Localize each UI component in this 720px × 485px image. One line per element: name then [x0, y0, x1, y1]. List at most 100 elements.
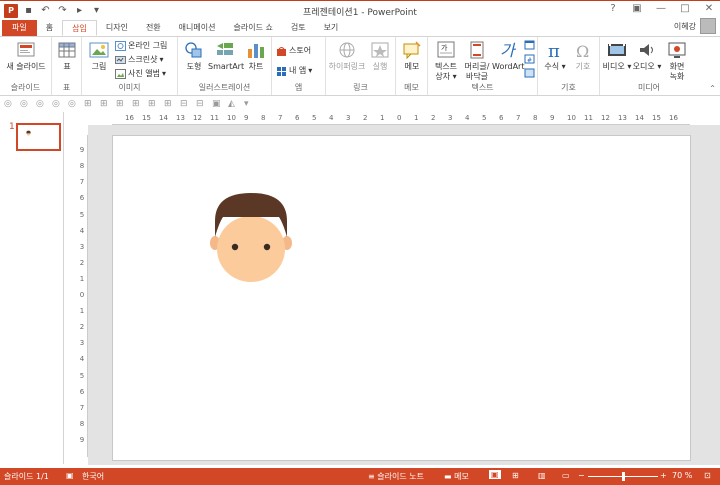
ruler-tick-label: 4 [465, 114, 470, 122]
ribbon-display-button[interactable]: ▣ [630, 3, 644, 14]
audio-button[interactable]: 오디오 ▾ [632, 40, 662, 72]
right-eye [263, 243, 271, 251]
notes-button[interactable]: ≡ 슬라이드 노트 [368, 471, 424, 482]
group-illustrations: 도형 SmartArt 차트 일러스트레이션 [178, 37, 272, 95]
group-label-table: 표 [62, 83, 71, 92]
ruler-tick-label: 9 [550, 114, 555, 122]
header-footer-icon [470, 41, 484, 59]
collapse-ribbon-icon[interactable]: ⌃ [709, 84, 716, 93]
date-time-button[interactable] [524, 40, 535, 50]
group-images: 그림 온라인 그림 스크린샷 ▾ 사진 앨범 ▾ 이미지 [82, 37, 178, 95]
hyperlink-icon [339, 42, 355, 58]
my-apps-button[interactable]: 내 앱 ▾ [276, 65, 312, 76]
slide-sorter-icon[interactable]: ⊞ [512, 471, 519, 480]
screen-recording-button[interactable]: 화면 녹화 [662, 40, 692, 82]
new-slide-button[interactable]: 새 슬라이드 [4, 40, 48, 72]
slide-number-button[interactable]: # [524, 54, 535, 64]
pictures-button[interactable]: 그림 [86, 40, 112, 72]
tab-design[interactable]: 디자인 [97, 20, 137, 36]
ruler-tick-label: 4 [329, 114, 334, 122]
shapes-button[interactable]: 도형 [180, 40, 208, 72]
zoom-slider-thumb[interactable] [622, 472, 625, 481]
slideshow-view-icon[interactable]: ▭ [562, 471, 570, 480]
action-button[interactable]: 실행 [368, 40, 392, 72]
close-button[interactable]: ✕ [702, 3, 716, 14]
comment-button[interactable]: 메모 [399, 40, 425, 72]
shape-combine-icon: ◎ [20, 99, 28, 109]
ruler-tick-label: 0 [397, 114, 402, 122]
smartart-label: SmartArt [208, 62, 245, 71]
comment-icon [403, 41, 421, 60]
align-top-icon: ⊞ [132, 99, 140, 109]
my-apps-icon [277, 66, 286, 76]
ruler-tick-label: 16 [125, 114, 134, 122]
help-button[interactable]: ? [606, 3, 620, 14]
smartart-button[interactable]: SmartArt [208, 40, 245, 72]
ruler-tick-label: 7 [79, 403, 85, 412]
minimize-button[interactable]: — [654, 3, 668, 14]
online-pictures-button[interactable]: 온라인 그림 [115, 40, 167, 51]
header-footer-button[interactable]: 머리글/ 바닥글 [462, 40, 492, 82]
cartoon-face-icon[interactable] [209, 191, 293, 283]
group-label-text: 텍스트 [471, 83, 494, 92]
textbox-button[interactable]: 가 텍스트 상자 ▾ [430, 40, 462, 82]
spellcheck-icon[interactable]: ▣ [66, 471, 74, 480]
tab-view[interactable]: 보기 [315, 20, 348, 36]
fit-to-window-icon[interactable]: ⊡ [704, 471, 711, 480]
symbol-button[interactable]: Ω 기호 [570, 40, 596, 72]
shape-intersect-icon: ◎ [52, 99, 60, 109]
tab-animations[interactable]: 애니메이션 [170, 20, 225, 36]
wordart-button[interactable]: 가 WordArt [492, 40, 524, 72]
ruler-tick-label: 5 [79, 210, 85, 219]
picture-format-icon[interactable]: ▣ [212, 99, 222, 109]
tab-transitions[interactable]: 전환 [137, 20, 170, 36]
secondary-toolbar: ◎ ◎ ◎ ◎ ◎ ⊞ ⊞ ⊞ ⊞ ⊞ ⊞ ⊟ ⊟ ▣ ◭ ▾ [0, 97, 720, 111]
ruler-tick-label: 9 [244, 114, 249, 122]
photo-album-button[interactable]: 사진 앨범 ▾ [115, 68, 166, 79]
ruler-tick-label: 8 [261, 114, 266, 122]
symbol-label: 기호 [575, 62, 591, 71]
table-button[interactable]: 표 [55, 40, 79, 72]
maximize-button[interactable]: □ [678, 3, 692, 14]
slide-number-icon: # [524, 54, 535, 64]
comments-button[interactable]: ▬ 메모 [444, 471, 469, 482]
object-button[interactable] [524, 68, 535, 78]
zoom-in-button[interactable]: + [660, 471, 667, 480]
slide-canvas[interactable] [112, 135, 691, 461]
ruler-tick-label: 4 [79, 226, 85, 235]
tab-slideshow[interactable]: 슬라이드 쇼 [224, 20, 281, 36]
normal-view-icon[interactable]: ▣ [489, 470, 501, 479]
svg-text:π: π [548, 41, 560, 60]
date-time-icon [524, 40, 535, 50]
svg-text:가: 가 [500, 41, 517, 60]
reading-view-icon[interactable]: ▥ [538, 471, 546, 480]
slide-thumbnail[interactable] [16, 123, 61, 151]
tab-home[interactable]: 홈 [37, 20, 62, 36]
group-label-illustrations: 일러스트레이션 [198, 83, 251, 92]
ruler-tick-label: 8 [79, 162, 85, 171]
avatar[interactable] [700, 18, 716, 34]
left-eye [231, 243, 239, 251]
group-label-links: 링크 [353, 83, 368, 92]
group-table: 표 표 [52, 37, 82, 95]
equation-button[interactable]: π 수식 ▾ [542, 40, 568, 72]
chart-button[interactable]: 차트 [244, 40, 268, 72]
ruler-tick-label: 10 [567, 114, 576, 122]
ruler-tick-label: 12 [193, 114, 202, 122]
tab-review[interactable]: 검토 [282, 20, 315, 36]
zoom-out-button[interactable]: − [578, 471, 585, 480]
store-icon [277, 46, 286, 56]
store-button[interactable]: 스토어 [276, 45, 311, 56]
language[interactable]: 한국어 [82, 471, 104, 482]
zoom-level[interactable]: 70 % [672, 471, 692, 480]
ruler-tick-label: 13 [618, 114, 627, 122]
screenshot-button[interactable]: 스크린샷 ▾ [115, 54, 163, 65]
hyperlink-button[interactable]: 하이퍼링크 [328, 40, 366, 72]
tab-file[interactable]: 파일 [2, 20, 37, 36]
tab-insert[interactable]: 삽입 [62, 20, 97, 36]
fill-color-icon: ◭ [228, 99, 235, 109]
video-button[interactable]: 비디오 ▾ [602, 40, 632, 72]
user-account[interactable]: 이혜강 [674, 18, 716, 34]
vertical-ruler: 9 8 7 6 5 4 3 2 1 0 1 2 3 4 5 6 7 8 9 [76, 135, 88, 457]
ruler-tick-label: 5 [312, 114, 317, 122]
